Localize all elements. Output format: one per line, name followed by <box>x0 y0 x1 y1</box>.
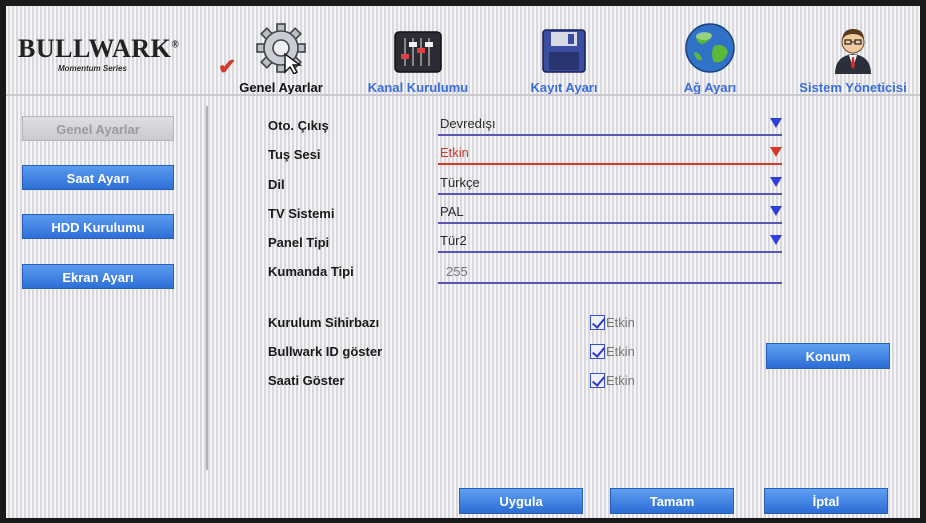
tab-genel-ayarlar[interactable]: ✔ Genel Ayarlar <box>218 20 342 98</box>
tus-sesi-label: Tuş Sesi <box>268 147 321 162</box>
tab-label: Sistem Yöneticisi <box>799 80 907 95</box>
tab-ag-ayari[interactable]: Ağ Ayarı <box>670 20 750 98</box>
checkbox-label: Etkin <box>606 373 635 388</box>
tab-kayit-ayari[interactable]: Kayıt Ayarı <box>514 20 614 98</box>
tab-sistem-yoneticisi[interactable]: Sistem Yöneticisi <box>786 20 920 98</box>
tv-sistemi-label: TV Sistemi <box>268 206 335 221</box>
tus-sesi-dropdown[interactable]: Etkin <box>438 141 782 165</box>
sidebar-item-ekran-ayari[interactable]: Ekran Ayarı <box>22 264 174 289</box>
tab-label: Kanal Kurulumu <box>367 80 469 95</box>
konum-button[interactable]: Konum <box>766 343 890 369</box>
oto-cikis-value: Devredışı <box>440 116 496 131</box>
checkbox-label: Etkin <box>606 344 635 359</box>
checkbox-checked-icon <box>590 373 605 388</box>
dropdown-arrow-icon <box>770 235 782 245</box>
globe-icon <box>670 20 750 74</box>
tab-label: Kayıt Ayarı <box>530 80 598 95</box>
oto-cikis-dropdown[interactable]: Devredışı <box>438 112 782 136</box>
tv-sistemi-value: PAL <box>440 204 464 219</box>
tab-kanal-kurulumu[interactable]: Kanal Kurulumu <box>358 20 478 98</box>
kurulum-sihirbazi-label: Kurulum Sihirbazı <box>268 315 380 330</box>
brand-tagline: Momentum Series <box>58 64 127 73</box>
dropdown-arrow-icon <box>770 118 782 128</box>
kumanda-tipi-input[interactable]: 255 <box>438 260 782 284</box>
sidebar-divider <box>206 106 208 470</box>
tamam-button[interactable]: Tamam <box>610 488 734 514</box>
tv-sistemi-dropdown[interactable]: PAL <box>438 200 782 224</box>
kumanda-tipi-label: Kumanda Tipi <box>268 264 354 279</box>
top-divider <box>6 94 920 96</box>
active-checkmark-icon: ✔ <box>218 54 237 79</box>
dil-value: Türkçe <box>440 175 480 190</box>
oto-cikis-label: Oto. Çıkış <box>268 118 329 133</box>
panel-tipi-value: Tür2 <box>440 233 467 248</box>
dropdown-arrow-icon <box>770 147 782 157</box>
kurulum-sihirbazi-checkbox[interactable]: Etkin <box>590 315 635 330</box>
gear-icon <box>220 20 342 74</box>
dvr-settings-screen: BULLWARK® Momentum Series ✔ Genel Ayarla… <box>6 6 920 518</box>
floppy-disk-icon <box>514 20 614 74</box>
dil-label: Dil <box>268 177 285 192</box>
sidebar-item-saat-ayari[interactable]: Saat Ayarı <box>22 165 174 190</box>
dropdown-arrow-icon <box>770 206 782 216</box>
brand-name: BULLWARK® <box>18 34 180 63</box>
admin-user-icon <box>786 20 920 74</box>
checkbox-checked-icon <box>590 315 605 330</box>
checkbox-checked-icon <box>590 344 605 359</box>
iptal-button[interactable]: İptal <box>764 488 888 514</box>
tab-label: Genel Ayarlar <box>239 80 323 95</box>
dil-dropdown[interactable]: Türkçe <box>438 171 782 195</box>
uygula-button[interactable]: Uygula <box>459 488 583 514</box>
saati-goster-label: Saati Göster <box>268 373 345 388</box>
top-navigation-bar: BULLWARK® Momentum Series ✔ Genel Ayarla… <box>6 6 920 96</box>
sidebar-item-genel-ayarlar: Genel Ayarlar <box>22 116 174 141</box>
tus-sesi-value: Etkin <box>440 145 469 160</box>
bullwark-id-label: Bullwark ID göster <box>268 344 383 359</box>
bullwark-id-checkbox[interactable]: Etkin <box>590 344 635 359</box>
mixer-sliders-icon <box>358 20 478 74</box>
panel-tipi-dropdown[interactable]: Tür2 <box>438 229 782 253</box>
dropdown-arrow-icon <box>770 177 782 187</box>
brand-logo: BULLWARK® Momentum Series <box>18 34 188 84</box>
panel-tipi-label: Panel Tipi <box>268 235 330 250</box>
saati-goster-checkbox[interactable]: Etkin <box>590 373 635 388</box>
kumanda-tipi-value: 255 <box>446 264 468 279</box>
checkbox-label: Etkin <box>606 315 635 330</box>
sidebar-item-hdd-kurulumu[interactable]: HDD Kurulumu <box>22 214 174 239</box>
tab-label: Ağ Ayarı <box>683 80 737 95</box>
